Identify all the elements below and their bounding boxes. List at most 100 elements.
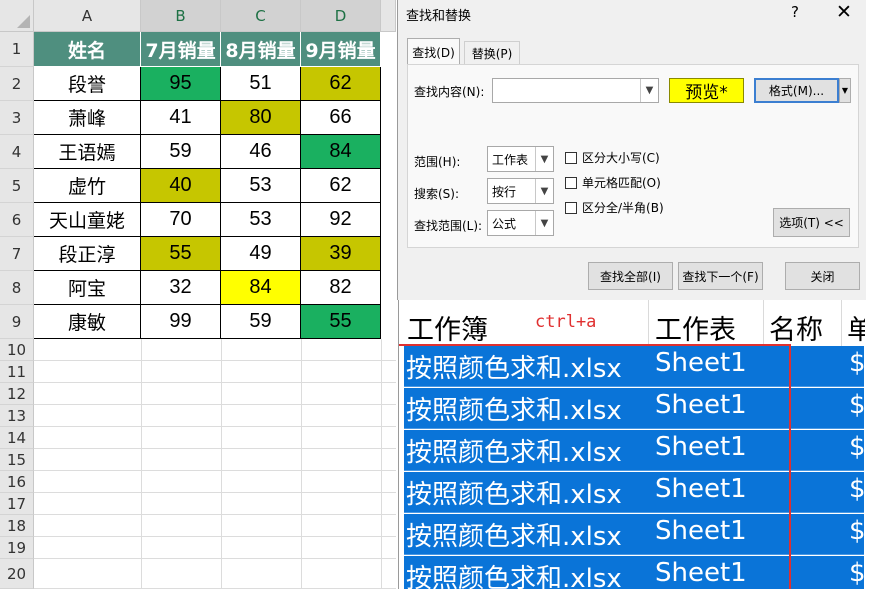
format-button[interactable]: 格式(M)... [754, 78, 839, 103]
sales-cell[interactable]: 80 [221, 101, 301, 135]
column-header-b[interactable]: B [141, 0, 221, 32]
help-button[interactable]: ? [791, 3, 799, 21]
tab-find[interactable]: 查找(D) [407, 38, 460, 65]
row-header[interactable]: 9 [0, 305, 34, 339]
sales-cell[interactable]: 66 [301, 101, 381, 135]
format-dropdown-arrow[interactable]: ▼ [839, 78, 851, 103]
name-cell[interactable]: 萧峰 [34, 101, 141, 135]
column-separator[interactable] [841, 300, 842, 346]
row-header[interactable]: 17 [0, 493, 34, 515]
sales-cell[interactable]: 59 [221, 305, 301, 339]
chevron-down-icon[interactable]: ▼ [640, 79, 658, 102]
gridline [34, 426, 396, 427]
sales-cell[interactable]: 46 [221, 135, 301, 169]
row-header[interactable]: 12 [0, 383, 34, 405]
sales-cell[interactable]: 55 [301, 305, 381, 339]
name-cell[interactable]: 天山童姥 [34, 203, 141, 237]
chevron-down-icon[interactable]: ▼ [535, 211, 553, 235]
row-header[interactable]: 7 [0, 237, 34, 271]
name-cell[interactable]: 王语嫣 [34, 135, 141, 169]
tab-replace[interactable]: 替换(P) [464, 41, 520, 64]
sales-cell[interactable]: 62 [301, 67, 381, 101]
column-separator[interactable] [648, 300, 649, 346]
column-header-d[interactable]: D [301, 0, 381, 32]
sales-cell[interactable]: 84 [301, 135, 381, 169]
sales-cell[interactable]: 32 [141, 271, 221, 305]
result-column-sheet[interactable]: 工作表 [655, 308, 736, 347]
find-all-label: 查找全部(I) [600, 269, 661, 284]
sales-cell[interactable]: 84 [220, 270, 302, 306]
name-cell[interactable]: 阿宝 [34, 271, 141, 305]
gridline [34, 514, 396, 515]
row-header[interactable]: 20 [0, 559, 34, 589]
checkbox-box[interactable] [565, 151, 577, 164]
find-next-button[interactable]: 查找下一个(F) [678, 262, 763, 290]
header-cell[interactable]: 姓名 [34, 32, 141, 67]
sales-cell[interactable]: 82 [301, 271, 381, 305]
chevron-down-icon[interactable]: ▼ [535, 147, 553, 171]
name-cell[interactable]: 康敏 [34, 305, 141, 339]
sales-cell[interactable]: 51 [221, 67, 301, 101]
sales-cell[interactable]: 59 [141, 135, 221, 169]
close-icon[interactable]: ✕ [836, 1, 852, 23]
header-cell[interactable]: 7月销量 [141, 32, 221, 67]
sales-cell[interactable]: 99 [141, 305, 221, 339]
sales-cell[interactable]: 49 [221, 237, 301, 271]
spreadsheet[interactable]: A B C D 1 2 3 4 5 6 7 8 9 10 11 12 13 14 15 16 17 18 19 20 … [0, 0, 396, 589]
checkbox-box[interactable] [565, 176, 577, 189]
row-header[interactable]: 15 [0, 449, 34, 471]
find-all-button[interactable]: 查找全部(I) [588, 262, 673, 290]
find-results-list[interactable]: 工作簿 ctrl+a 工作表 名称 单 按照颜色求和.xlsxSheet1$按照… [398, 300, 865, 589]
match-entire-cell-checkbox[interactable]: 单元格匹配(O) [565, 174, 661, 191]
row-header[interactable]: 10 [0, 339, 34, 361]
options-button[interactable]: 选项(T) << [773, 208, 850, 237]
row-header[interactable]: 3 [0, 101, 34, 135]
result-column-workbook[interactable]: 工作簿 [407, 308, 488, 347]
row-header[interactable]: 2 [0, 67, 34, 101]
result-column-name[interactable]: 名称 [769, 308, 823, 347]
result-column-cell[interactable]: 单 [847, 308, 865, 347]
sales-cell[interactable]: 53 [221, 169, 301, 203]
match-case-checkbox[interactable]: 区分大小写(C) [565, 149, 660, 166]
sales-cell[interactable]: 41 [141, 101, 221, 135]
gridline [34, 558, 396, 559]
chevron-down-icon[interactable]: ▼ [535, 179, 553, 203]
dialog-close-button[interactable]: 关闭 [785, 262, 860, 290]
select-all-corner[interactable] [0, 0, 34, 32]
row-header[interactable]: 11 [0, 361, 34, 383]
sales-cell[interactable]: 95 [141, 67, 221, 101]
look-in-select[interactable]: 公式 ▼ [487, 210, 554, 236]
name-cell[interactable]: 虚竹 [34, 169, 141, 203]
row-header[interactable]: 8 [0, 271, 34, 305]
sales-cell[interactable]: 53 [221, 203, 301, 237]
checkbox-box[interactable] [565, 201, 577, 214]
sales-cell[interactable]: 62 [301, 169, 381, 203]
column-header-e[interactable] [381, 0, 396, 32]
row-header[interactable]: 19 [0, 537, 34, 559]
row-header[interactable]: 18 [0, 515, 34, 537]
sales-cell[interactable]: 40 [141, 169, 221, 203]
search-order-select[interactable]: 按行 ▼ [487, 178, 554, 204]
column-header-c[interactable]: C [221, 0, 301, 32]
sales-cell[interactable]: 92 [301, 203, 381, 237]
match-width-checkbox[interactable]: 区分全/半角(B) [565, 199, 664, 216]
row-header[interactable]: 14 [0, 427, 34, 449]
sales-cell[interactable]: 55 [141, 237, 221, 271]
column-separator[interactable] [763, 300, 764, 346]
row-header[interactable]: 16 [0, 471, 34, 493]
name-cell[interactable]: 段正淳 [34, 237, 141, 271]
name-cell[interactable]: 段誉 [34, 67, 141, 101]
scope-select[interactable]: 工作表 ▼ [487, 146, 554, 172]
row-header[interactable]: 4 [0, 135, 34, 169]
row-header[interactable]: 5 [0, 169, 34, 203]
row-header[interactable]: 13 [0, 405, 34, 427]
header-cell[interactable]: 9月销量 [301, 32, 381, 67]
column-header-a[interactable]: A [34, 0, 141, 32]
select-all-triangle [17, 15, 30, 28]
sales-cell[interactable]: 70 [141, 203, 221, 237]
row-header[interactable]: 6 [0, 203, 34, 237]
find-what-input[interactable]: ▼ [492, 78, 659, 103]
header-cell[interactable]: 8月销量 [221, 32, 301, 67]
sales-cell[interactable]: 39 [301, 237, 381, 271]
row-header[interactable]: 1 [0, 32, 34, 67]
